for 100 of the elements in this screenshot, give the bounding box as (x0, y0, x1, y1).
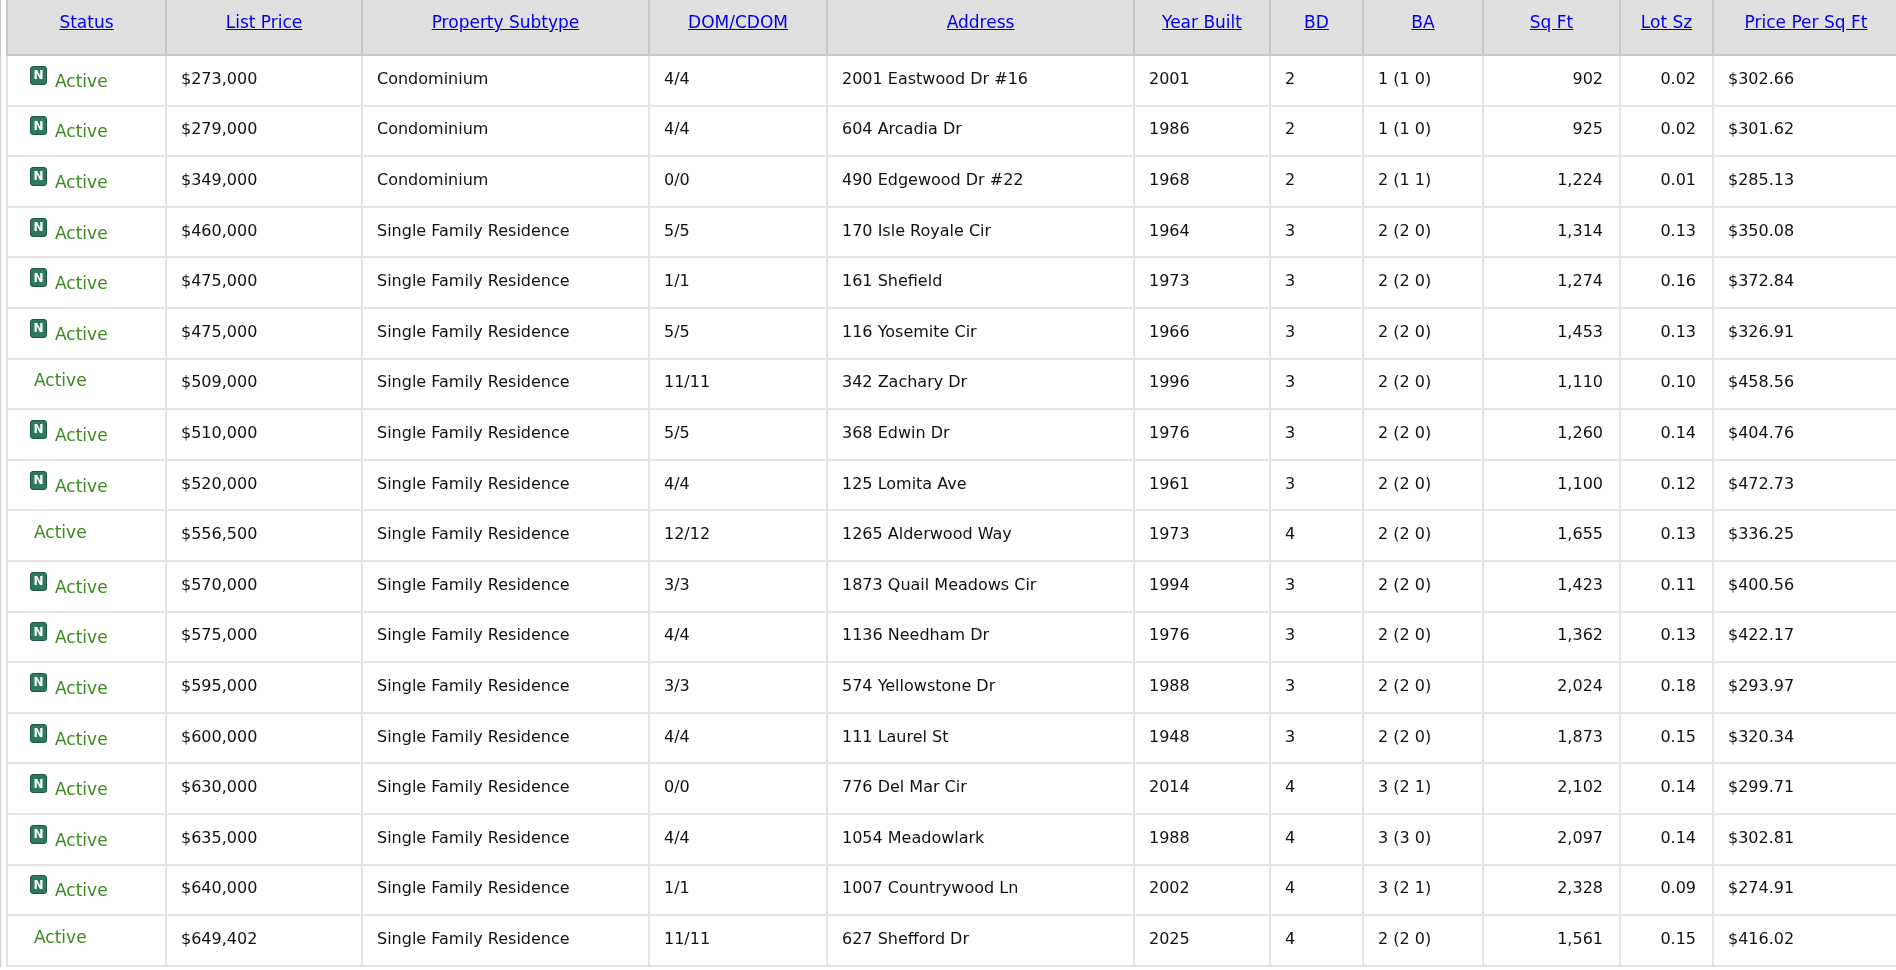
table-cell: $649,402 (166, 915, 362, 966)
table-cell: 4/4 (649, 105, 827, 157)
table-cell: 111 Laurel St (827, 712, 1134, 764)
table-cell: 1986 (1134, 105, 1270, 157)
table-cell: 4 (1270, 510, 1363, 561)
column-header-link[interactable]: Property Subtype (431, 12, 580, 32)
column-header-link[interactable]: List Price (225, 12, 303, 32)
column-header-link[interactable]: Sq Ft (1529, 12, 1574, 32)
table-cell: Single Family Residence (362, 510, 649, 561)
table-cell: 3 (1270, 560, 1363, 612)
table-cell: 3 (1270, 409, 1363, 460)
table-cell: 0.14 (1620, 813, 1713, 865)
table-cell: 2 (2 0) (1363, 409, 1483, 460)
table-cell: 0.13 (1620, 206, 1713, 258)
table-cell: Single Family Residence (362, 763, 649, 814)
table-cell: 1961 (1134, 459, 1270, 511)
table-cell: $509,000 (166, 358, 362, 410)
new-badge-icon: N (30, 419, 47, 439)
table-cell: 627 Shefford Dr (827, 915, 1134, 966)
new-badge-icon: N (30, 65, 47, 85)
table-cell: 1265 Alderwood Way (827, 510, 1134, 561)
new-badge-icon: N (30, 622, 47, 642)
table-cell: 1136 Needham Dr (827, 611, 1134, 663)
table-cell: 3 (1270, 459, 1363, 511)
status-text: Active (33, 370, 87, 393)
table-cell: 0/0 (649, 156, 827, 207)
table-cell: 3 (1270, 662, 1363, 713)
table-cell: 2001 Eastwood Dr #16 (827, 55, 1134, 106)
table-cell: 0.01 (1620, 156, 1713, 207)
table-cell: $600,000 (166, 712, 362, 764)
table-cell: $475,000 (166, 257, 362, 308)
column-header-link[interactable]: Status (59, 12, 114, 32)
table-cell: 1976 (1134, 409, 1270, 460)
table-cell: Single Family Residence (362, 358, 649, 410)
table-cell: 1994 (1134, 560, 1270, 612)
table-cell: $595,000 (166, 662, 362, 713)
table-cell: $349,000 (166, 156, 362, 207)
table-cell: 0.18 (1620, 662, 1713, 713)
table-cell: 2,024 (1483, 662, 1620, 713)
table-cell: $460,000 (166, 206, 362, 258)
table-cell: 116 Yosemite Cir (827, 307, 1134, 359)
table-cell: 2002 (1134, 864, 1270, 916)
new-badge-icon: N (30, 875, 47, 895)
table-cell: 4/4 (649, 611, 827, 663)
new-badge-icon: N (30, 318, 47, 338)
table-cell: 11/11 (649, 915, 827, 966)
table-cell: 902 (1483, 55, 1620, 106)
table-cell: 0.12 (1620, 459, 1713, 511)
table-cell: 1973 (1134, 510, 1270, 561)
table-cell: 3 (2 1) (1363, 763, 1483, 814)
table-cell: 4 (1270, 864, 1363, 916)
new-badge-icon: N (30, 672, 47, 692)
status-text: Active (33, 926, 87, 949)
table-cell: 2 (2 0) (1363, 510, 1483, 561)
table-cell: 2 (2 0) (1363, 307, 1483, 359)
column-header-link[interactable]: Address (946, 12, 1015, 32)
table-cell: 604 Arcadia Dr (827, 105, 1134, 157)
table-cell: 4 (1270, 813, 1363, 865)
table-cell: 5/5 (649, 206, 827, 258)
table-cell: 1976 (1134, 611, 1270, 663)
table-cell: 1,274 (1483, 257, 1620, 308)
table-cell: 2025 (1134, 915, 1270, 966)
new-badge-icon: N (30, 723, 47, 743)
table-cell: $520,000 (166, 459, 362, 511)
table-cell: Single Family Residence (362, 915, 649, 966)
status-text: Active (55, 222, 108, 243)
table-cell: Single Family Residence (362, 307, 649, 359)
table-cell: $475,000 (166, 307, 362, 359)
status-text: Active (55, 323, 108, 344)
new-badge-icon: N (30, 217, 47, 237)
table-cell: 2 (2 0) (1363, 257, 1483, 308)
table-cell: $635,000 (166, 813, 362, 865)
table-cell: 342 Zachary Dr (827, 358, 1134, 410)
table-cell: 1,100 (1483, 459, 1620, 511)
table-cell: 5/5 (649, 409, 827, 460)
status-text: Active (55, 880, 108, 901)
table-cell: 170 Isle Royale Cir (827, 206, 1134, 258)
column-header-link[interactable]: BA (1411, 12, 1435, 32)
table-cell: 2,328 (1483, 864, 1620, 916)
table-cell: $279,000 (166, 105, 362, 157)
table-cell: 1007 Countrywood Ln (827, 864, 1134, 916)
table-cell: 3 (1270, 257, 1363, 308)
table-cell: 1973 (1134, 257, 1270, 308)
table-cell: 2001 (1134, 55, 1270, 106)
table-cell: 1/1 (649, 257, 827, 308)
status-text: Active (55, 576, 108, 597)
status-text: Active (55, 779, 108, 800)
table-cell: Single Family Residence (362, 864, 649, 916)
table-cell: $273,000 (166, 55, 362, 106)
table-cell: 3 (1270, 712, 1363, 764)
table-cell: Single Family Residence (362, 206, 649, 258)
table-cell: 3 (1270, 358, 1363, 410)
table-cell: 2 (2 0) (1363, 915, 1483, 966)
table-cell: 2 (2 0) (1363, 459, 1483, 511)
table-cell: 0.11 (1620, 560, 1713, 612)
table-cell: 3 (1270, 307, 1363, 359)
table-cell: 1 (1 0) (1363, 55, 1483, 106)
table-cell: 776 Del Mar Cir (827, 763, 1134, 814)
column-header-link[interactable]: BD (1304, 12, 1329, 32)
table-cell: 2 (2 0) (1363, 206, 1483, 258)
